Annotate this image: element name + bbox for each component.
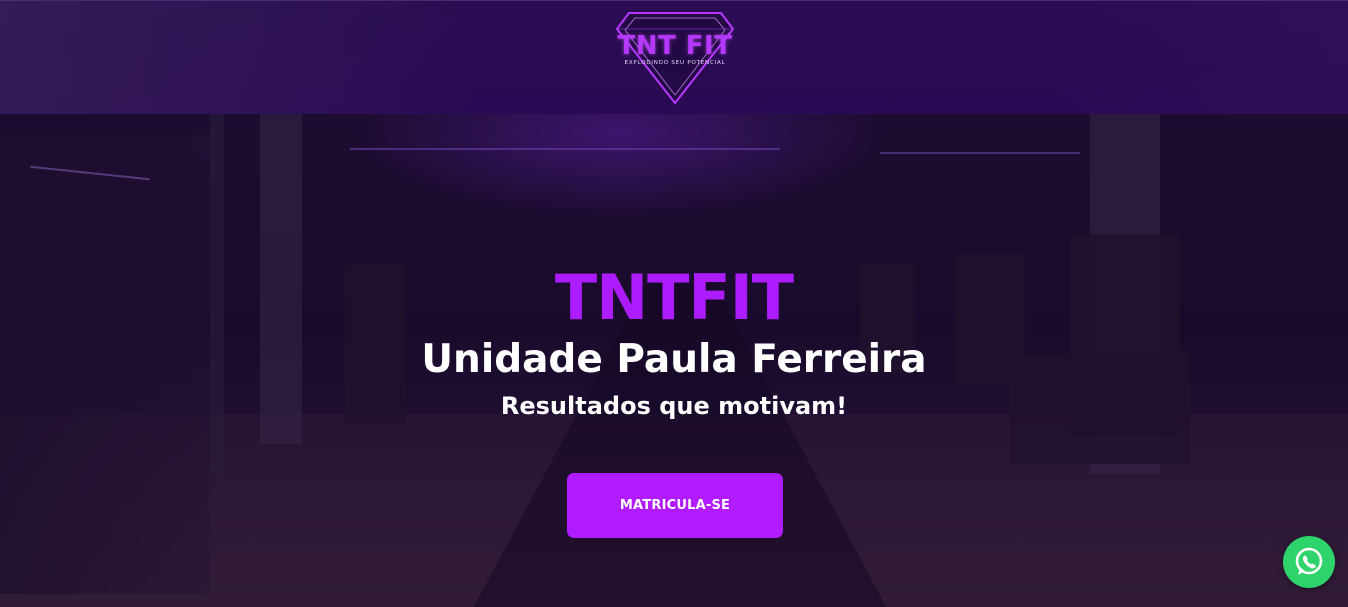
brand-logo[interactable]: TNT FIT EXPLODINDO SEU POTENCIAL <box>613 9 737 107</box>
whatsapp-button[interactable] <box>1283 536 1335 588</box>
site-header: TNT FIT EXPLODINDO SEU POTENCIAL <box>0 0 1348 114</box>
hero-title: Unidade Paula Ferreira <box>421 337 927 382</box>
logo-title: TNT FIT <box>617 31 733 61</box>
logo-subtitle: EXPLODINDO SEU POTENCIAL <box>624 60 726 66</box>
hero-tagline: Resultados que motivam! <box>500 392 848 420</box>
whatsapp-icon <box>1295 547 1323 575</box>
enroll-button[interactable]: MATRICULA-SE <box>567 473 783 538</box>
header-background-left <box>0 1 480 114</box>
header-background-right <box>1048 1 1348 114</box>
hero-section: TNTFIT Unidade Paula Ferreira Resultados… <box>0 114 1348 607</box>
hero-brand-heading: TNTFIT <box>554 261 794 334</box>
